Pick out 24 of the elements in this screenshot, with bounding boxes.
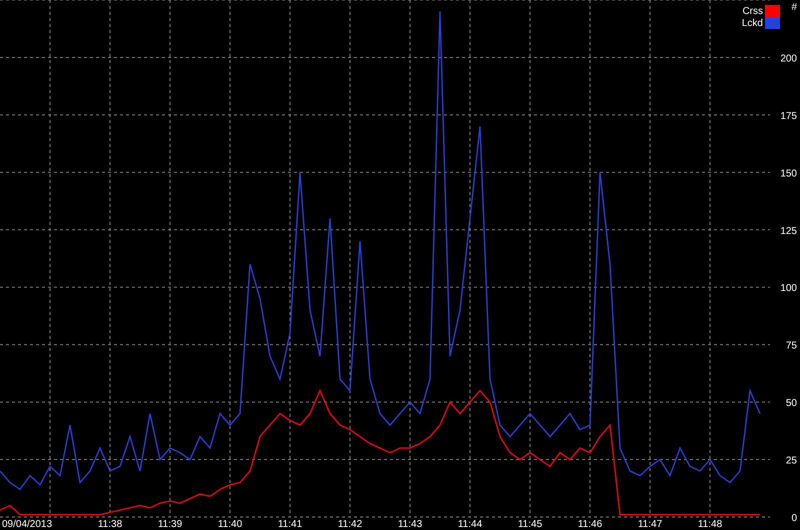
axis-label: 100 <box>780 283 797 294</box>
legend-label: Lckd <box>742 18 763 29</box>
axis-label: 75 <box>786 340 797 352</box>
axis-label: 11:38 <box>98 519 122 530</box>
axis-label: 150 <box>780 168 797 180</box>
axis-label: 11:44 <box>458 519 482 530</box>
axis-label: 11:40 <box>218 519 242 530</box>
axis-label: 11:45 <box>518 519 542 530</box>
axis-label: 25 <box>786 456 797 467</box>
axis-label: 175 <box>780 110 797 122</box>
axis-label: 200 <box>780 53 797 64</box>
axis-label: 11:41 <box>278 519 302 530</box>
axis-label: 11:46 <box>578 519 602 530</box>
axis-label: 125 <box>780 226 797 237</box>
axis-label: 11:42 <box>338 519 362 530</box>
axis-label: 0 <box>791 513 797 524</box>
legend-label: Crss <box>742 6 763 17</box>
axis-label: 11:48 <box>698 519 722 530</box>
unit-label: # <box>791 2 797 13</box>
axis-label: 11:47 <box>638 519 662 530</box>
axis-label: 11:39 <box>158 519 182 530</box>
axis-label: 50 <box>786 398 797 410</box>
date-label: 09/04/2013 <box>2 519 52 530</box>
axis-label: 11:43 <box>398 519 422 530</box>
